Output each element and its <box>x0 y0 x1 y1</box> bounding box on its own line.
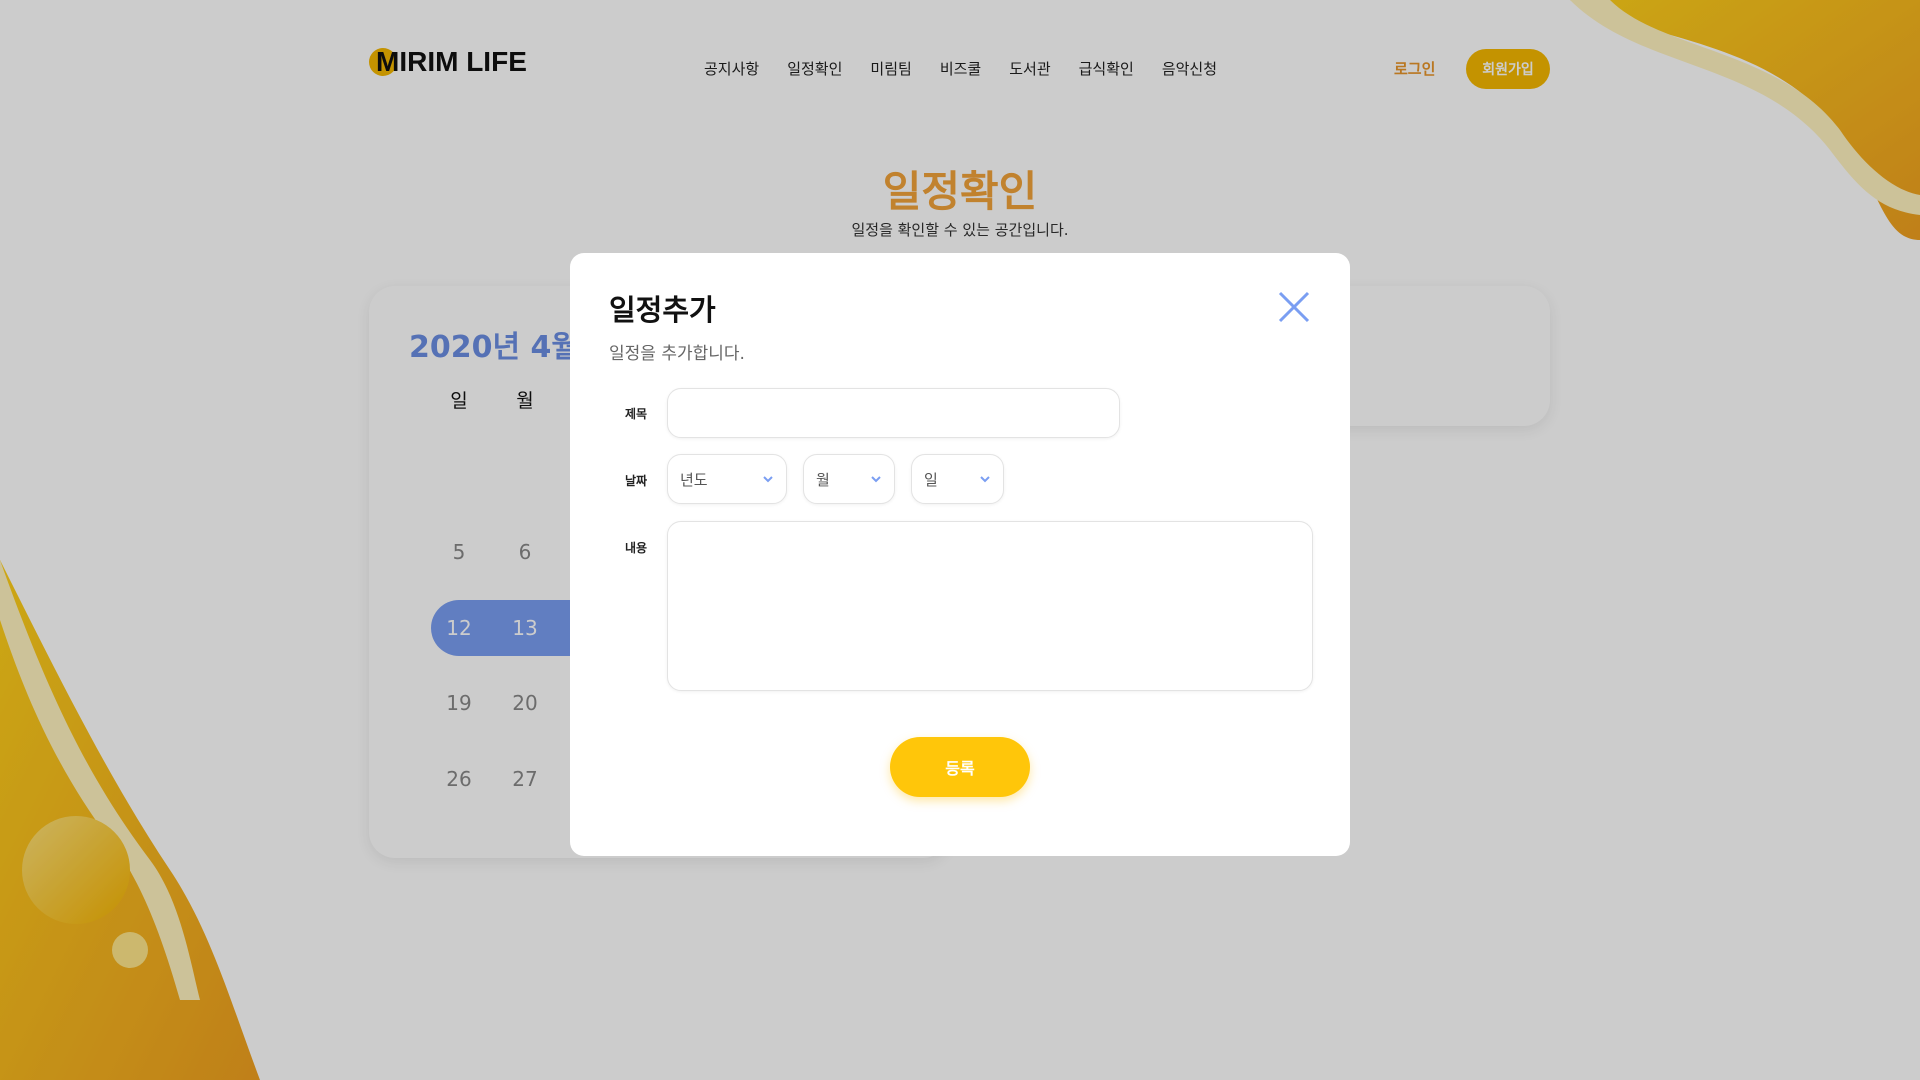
chevron-down-icon <box>763 476 773 483</box>
content-label: 내용 <box>625 541 648 555</box>
title-input[interactable] <box>667 388 1120 438</box>
modal-subtitle: 일정을 추가합니다. <box>609 344 745 364</box>
chevron-down-icon <box>871 476 881 483</box>
register-button[interactable]: 등록 <box>890 737 1030 797</box>
title-label: 제목 <box>625 407 648 421</box>
year-select[interactable]: 년도 <box>667 454 787 504</box>
close-icon[interactable] <box>1276 289 1312 325</box>
content-textarea[interactable] <box>667 521 1313 691</box>
day-select[interactable]: 일 <box>911 454 1004 504</box>
month-select[interactable]: 월 <box>803 454 895 504</box>
year-select-value: 년도 <box>680 470 708 489</box>
add-schedule-modal: 일정추가 일정을 추가합니다. 제목 날짜 년도 월 일 내용 등록 <box>570 253 1350 856</box>
chevron-down-icon <box>980 476 990 483</box>
modal-title: 일정추가 <box>609 293 716 327</box>
date-label: 날짜 <box>625 474 648 488</box>
month-select-value: 월 <box>816 470 830 489</box>
day-select-value: 일 <box>924 470 938 489</box>
